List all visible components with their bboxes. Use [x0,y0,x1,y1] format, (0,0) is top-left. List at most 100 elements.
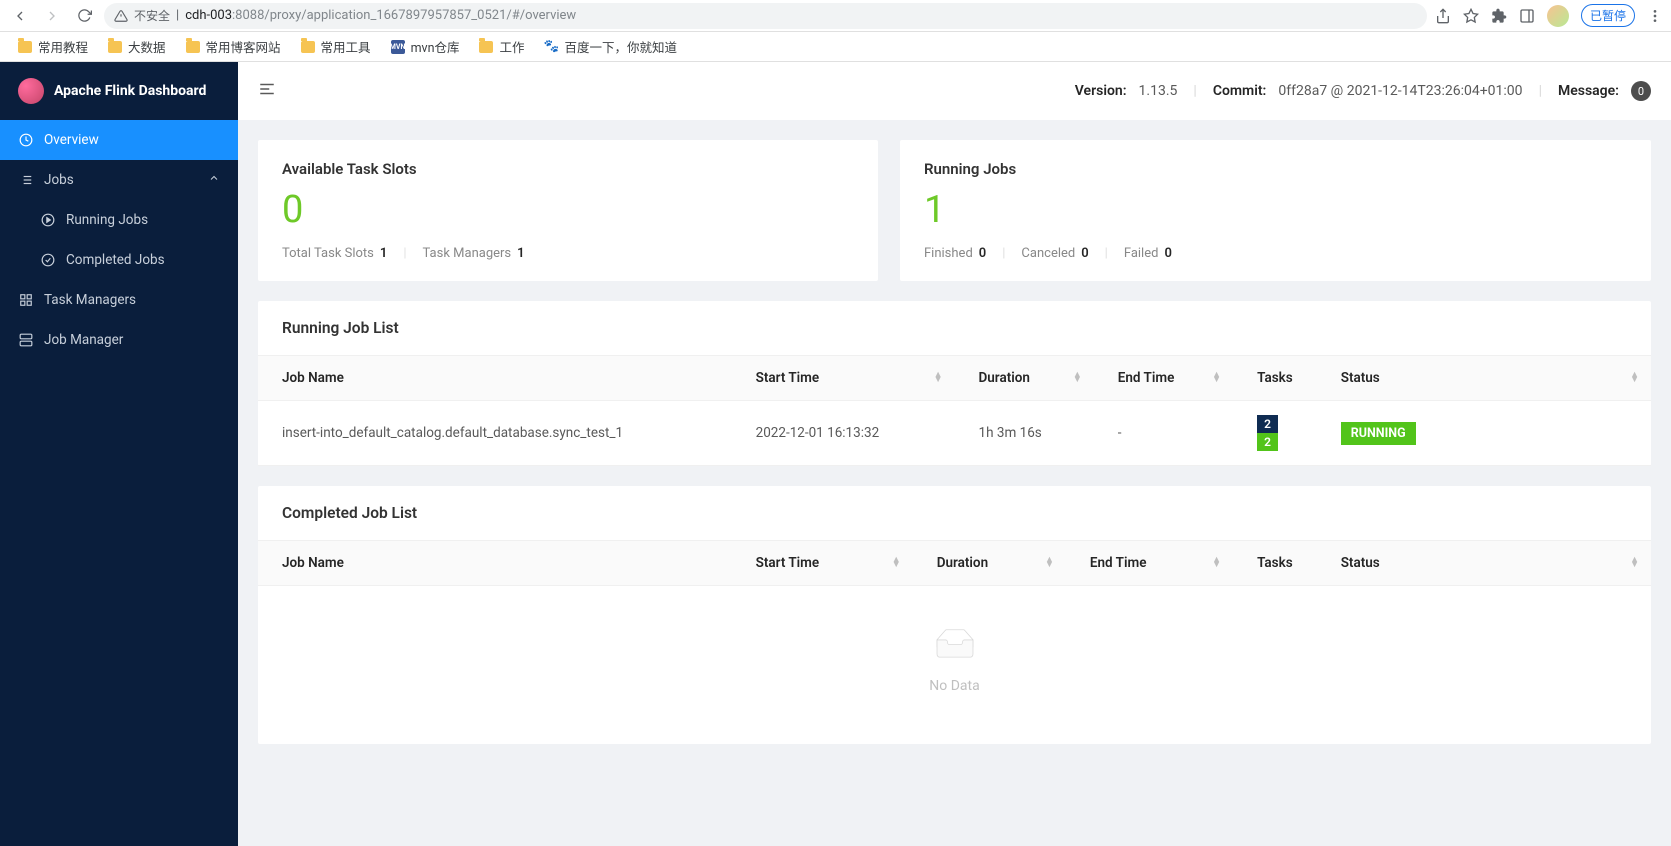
status-badge: RUNNING [1341,422,1416,445]
check-icon [40,253,56,267]
col-status[interactable]: Status▲▼ [1317,541,1651,586]
available-slots-value: 0 [282,188,854,232]
message-badge[interactable]: 0 [1631,81,1651,101]
grid-icon [18,293,34,307]
sidebar-item-overview[interactable]: Overview [0,120,238,160]
insecure-label: 不安全 [134,7,170,24]
col-job-name[interactable]: Job Name [258,541,732,586]
sidebar-item-label: Jobs [44,172,74,188]
sidebar-item-completed-jobs[interactable]: Completed Jobs [0,240,238,280]
completed-jobs-table: Job Name Start Time▲▼ Duration▲▼ End Tim… [258,541,1651,586]
panel-icon[interactable] [1519,8,1535,24]
section-title: Running Job List [258,301,1651,356]
available-slots-card: Available Task Slots 0 Total Task Slots 1… [258,140,878,281]
folder-icon [108,41,122,53]
cell-duration: 1h 3m 16s [954,401,1093,466]
flink-logo-icon [18,78,44,104]
server-icon [18,333,34,347]
browser-nav-bar: 不安全 | cdh-003:8088/proxy/application_166… [0,0,1671,32]
version-label: Version: [1075,83,1127,99]
sort-icon: ▲▼ [1630,373,1639,383]
col-tasks[interactable]: Tasks [1233,541,1317,586]
col-start-time[interactable]: Start Time▲▼ [732,541,913,586]
bookmark-item[interactable]: 工作 [479,37,524,56]
sort-icon: ▲▼ [1073,373,1082,383]
bookmark-item[interactable]: 常用教程 [18,37,88,56]
sort-icon: ▲▼ [1212,558,1221,568]
url-text: cdh-003:8088/proxy/application_166789795… [185,8,576,23]
col-duration[interactable]: Duration▲▼ [954,356,1093,401]
section-title: Completed Job List [258,486,1651,541]
chevron-up-icon [208,172,220,188]
bookmarks-bar: 常用教程 大数据 常用博客网站 常用工具 MVNmvn仓库 工作 🐾百度一下，你… [0,32,1671,62]
sidebar-item-label: Job Manager [44,332,123,348]
paused-button[interactable]: 已暂停 [1581,4,1635,27]
completed-job-list-section: Completed Job List Job Name Start Time▲▼… [258,486,1651,744]
bookmark-item[interactable]: 🐾百度一下，你就知道 [545,37,678,56]
sidebar-item-label: Task Managers [44,292,136,308]
commit-label: Commit: [1213,83,1267,99]
forward-button[interactable] [40,4,64,28]
bookmark-item[interactable]: 常用博客网站 [186,37,281,56]
col-end-time[interactable]: End Time▲▼ [1066,541,1233,586]
logo-row[interactable]: Apache Flink Dashboard [0,62,238,120]
cell-tasks: 22 [1233,401,1317,466]
cell-status: RUNNING [1317,401,1651,466]
col-job-name[interactable]: Job Name [258,356,732,401]
col-end-time[interactable]: End Time▲▼ [1094,356,1233,401]
share-icon[interactable] [1435,8,1451,24]
sidebar-item-label: Running Jobs [66,212,148,228]
folder-icon [479,41,493,53]
play-icon [40,213,56,227]
mvn-icon: MVN [391,40,405,54]
card-title: Available Task Slots [282,160,854,178]
folder-icon [18,41,32,53]
bookmark-item[interactable]: 大数据 [108,37,166,56]
list-icon [18,173,34,187]
col-status[interactable]: Status▲▼ [1317,356,1651,401]
total-slots-label: Total Task Slots [282,246,374,261]
sort-icon: ▲▼ [1045,558,1054,568]
collapse-icon[interactable] [258,80,276,103]
failed-value: 0 [1164,246,1171,261]
sidebar: Apache Flink Dashboard Overview Jobs Run… [0,62,238,846]
profile-avatar[interactable] [1547,5,1569,27]
address-bar[interactable]: 不安全 | cdh-003:8088/proxy/application_166… [104,3,1427,29]
failed-label: Failed [1124,246,1159,261]
bookmark-item[interactable]: 常用工具 [301,37,371,56]
canceled-label: Canceled [1021,246,1075,261]
top-header: Version: 1.13.5 | Commit: 0ff28a7 @ 2021… [238,62,1671,120]
sort-icon: ▲▼ [1630,558,1639,568]
folder-icon [301,41,315,53]
cell-job-name: insert-into_default_catalog.default_data… [258,401,732,466]
folder-icon [186,41,200,53]
table-row[interactable]: insert-into_default_catalog.default_data… [258,401,1651,466]
col-tasks[interactable]: Tasks [1233,356,1317,401]
sidebar-item-running-jobs[interactable]: Running Jobs [0,200,238,240]
reload-button[interactable] [72,4,96,28]
extensions-icon[interactable] [1491,8,1507,24]
message-label: Message: [1558,83,1619,99]
empty-state: No Data [258,586,1651,744]
finished-label: Finished [924,246,973,261]
empty-text: No Data [258,678,1651,694]
sidebar-item-jobs[interactable]: Jobs [0,160,238,200]
col-start-time[interactable]: Start Time▲▼ [732,356,955,401]
menu-icon[interactable] [1647,8,1663,24]
app-title: Apache Flink Dashboard [54,83,206,99]
sidebar-item-task-managers[interactable]: Task Managers [0,280,238,320]
task-managers-value: 1 [517,246,524,261]
star-icon[interactable] [1463,8,1479,24]
sort-icon: ▲▼ [1212,373,1221,383]
sort-icon: ▲▼ [934,373,943,383]
back-button[interactable] [8,4,32,28]
sort-icon: ▲▼ [892,558,901,568]
sidebar-item-job-manager[interactable]: Job Manager [0,320,238,360]
bookmark-item[interactable]: MVNmvn仓库 [391,37,460,56]
running-jobs-card: Running Jobs 1 Finished0 | Canceled0 | F… [900,140,1651,281]
finished-value: 0 [979,246,986,261]
col-duration[interactable]: Duration▲▼ [913,541,1066,586]
sidebar-item-label: Overview [44,132,99,148]
task-managers-label: Task Managers [423,246,512,261]
running-job-list-section: Running Job List Job Name Start Time▲▼ D… [258,301,1651,466]
